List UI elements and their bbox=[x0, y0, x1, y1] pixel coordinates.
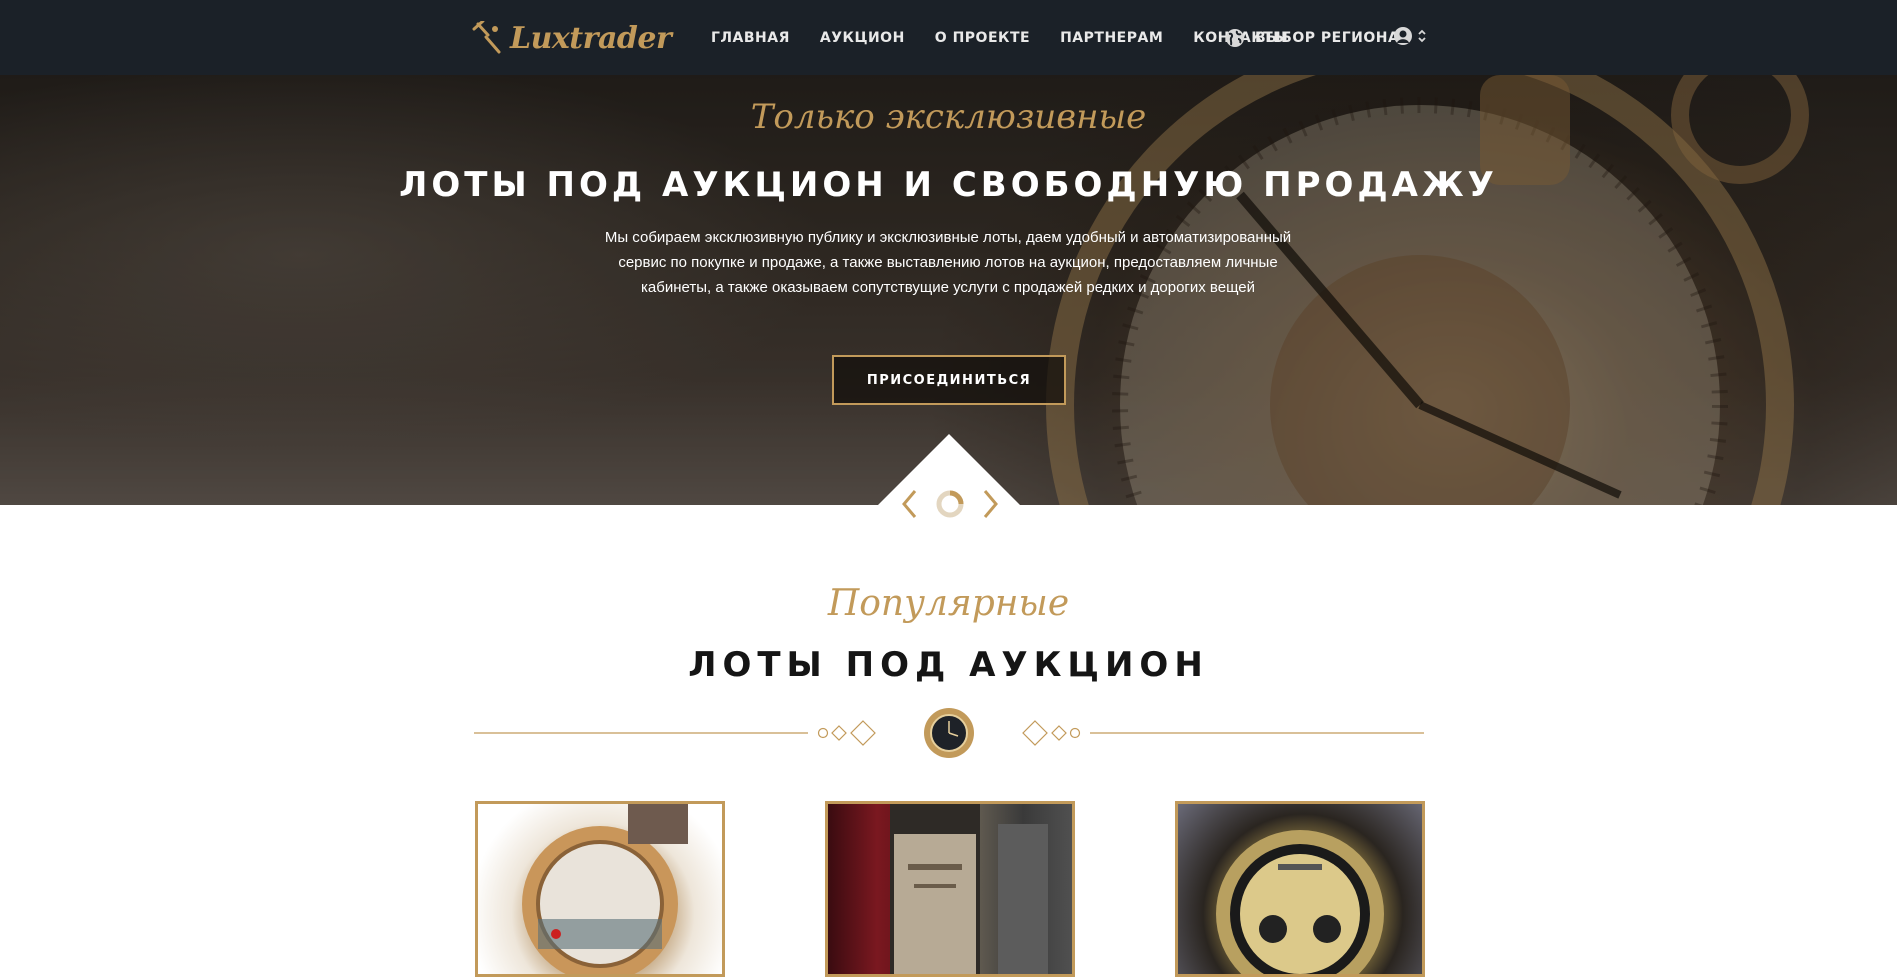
logo[interactable]: Luxtrader bbox=[472, 18, 672, 58]
hero-script-heading: Только эксклюзивные bbox=[750, 97, 1147, 137]
gavel-icon bbox=[472, 21, 501, 54]
top-navbar: Luxtrader ГЛАВНАЯ АУКЦИОН О ПРОЕКТЕ ПАРТ… bbox=[0, 0, 1897, 75]
region-selector[interactable]: ВЫБОР РЕГИОНА bbox=[1225, 0, 1399, 75]
lot-image-2 bbox=[890, 804, 1048, 974]
chevron-left-icon[interactable] bbox=[900, 487, 920, 521]
menu-item-about[interactable]: О ПРОЕКТЕ bbox=[935, 30, 1030, 46]
section-divider bbox=[474, 708, 1424, 758]
logo-text: Luxtrader bbox=[510, 20, 672, 56]
main-menu: ГЛАВНАЯ АУКЦИОН О ПРОЕКТЕ ПАРТНЕРАМ КОНТ… bbox=[711, 0, 1288, 75]
user-menu[interactable] bbox=[1393, 26, 1427, 46]
hero-description: Мы собираем эксклюзивную публику и экскл… bbox=[604, 229, 1292, 296]
hero-title: ЛОТЫ ПОД АУКЦИОН И СВОБОДНУЮ ПРОДАЖУ bbox=[399, 165, 1498, 205]
menu-item-home[interactable]: ГЛАВНАЯ bbox=[711, 30, 790, 46]
lot-card-watch-1[interactable] bbox=[475, 801, 725, 977]
lot-card-wine[interactable] bbox=[825, 801, 1075, 977]
menu-item-partners[interactable]: ПАРТНЕРАМ bbox=[1060, 30, 1163, 46]
user-icon bbox=[1394, 27, 1412, 45]
lot-card-watch-2[interactable] bbox=[1175, 801, 1425, 977]
chevron-updown-icon bbox=[1418, 29, 1426, 43]
menu-item-auction[interactable]: АУКЦИОН bbox=[820, 30, 905, 46]
watch-icon bbox=[924, 708, 974, 758]
popular-title: ЛОТЫ ПОД АУКЦИОН bbox=[688, 645, 1209, 685]
popular-script-heading: Популярные bbox=[827, 583, 1070, 624]
region-label: ВЫБОР РЕГИОНА bbox=[1255, 29, 1400, 46]
globe-icon bbox=[1226, 28, 1244, 47]
chevron-right-icon[interactable] bbox=[980, 487, 1000, 521]
spinner-icon bbox=[936, 490, 964, 518]
lot-image-1 bbox=[522, 804, 688, 974]
slider-controls bbox=[900, 485, 1000, 523]
join-button[interactable]: ПРИСОЕДИНИТЬСЯ bbox=[832, 355, 1066, 405]
hero-banner: Только эксклюзивные ЛОТЫ ПОД АУКЦИОН И С… bbox=[0, 75, 1897, 505]
lot-image-3 bbox=[1216, 830, 1384, 974]
